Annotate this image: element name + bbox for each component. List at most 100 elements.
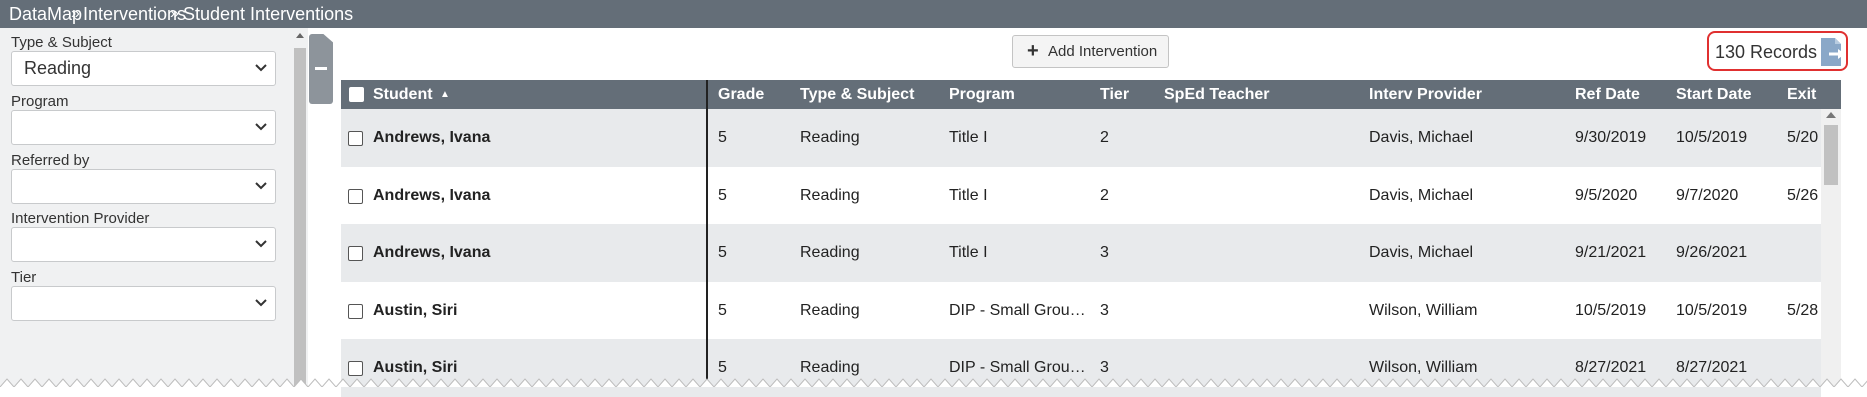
scroll-up-icon[interactable] [296,32,304,40]
cell-program: Title I [949,244,988,261]
filter-label-program: Program [11,93,69,110]
cell-program: Title I [949,129,988,146]
cell-tier: 3 [1100,302,1109,319]
intervention-provider-select[interactable] [11,227,276,262]
cell-tier: 3 [1100,359,1109,376]
cell-exit: 5/26 [1787,187,1819,204]
cell-type-subject: Reading [800,302,860,319]
column-header-sped-teacher[interactable]: SpEd Teacher [1164,80,1270,109]
cell-grade: 5 [718,129,727,146]
cell-exit: 5/20 [1787,129,1819,146]
table-row[interactable]: Austin, Siri 5 Reading DIP - Small Grou…… [341,282,1821,340]
cell-type-subject: Reading [800,359,860,376]
filter-sidebar: Type & Subject Reading Program Referred … [0,28,294,387]
table-row[interactable]: Andrews, Ivana 5 Reading Title I 2 Davis… [341,167,1821,225]
cell-ref-date: 9/5/2020 [1575,187,1638,204]
filter-label-type-subject: Type & Subject [11,34,112,51]
sort-ascending-icon: ▲ [440,89,450,100]
row-checkbox[interactable] [348,246,363,261]
cell-type-subject: Reading [800,187,860,204]
table-row[interactable]: Andrews, Ivana 5 Reading Title I 2 Davis… [341,109,1821,167]
column-header-grade[interactable]: Grade [718,80,764,109]
cell-grade: 5 [718,187,727,204]
table-row[interactable]: Austin, Siri 5 Reading DIP - Small Grou…… [341,339,1821,397]
column-header-interv-provider[interactable]: Interv Provider [1369,80,1482,109]
filter-label-tier: Tier [11,269,37,286]
chevron-down-icon [255,299,267,307]
cell-tier: 2 [1100,187,1109,204]
cell-start-date: 10/5/2019 [1676,302,1748,319]
column-header-tier[interactable]: Tier [1100,80,1129,109]
cell-grade: 5 [718,359,727,376]
scroll-up-icon[interactable] [1826,111,1836,119]
table-header: Student ▲ Grade Type & Subject Program T… [341,80,1841,109]
cell-grade: 5 [718,302,727,319]
breadcrumb-separator: » [170,5,179,22]
breadcrumb-separator: » [71,5,80,22]
cell-interv-provider: Davis, Michael [1369,244,1474,261]
referred-by-select[interactable] [11,169,276,204]
column-header-type-subject[interactable]: Type & Subject [800,80,914,109]
cell-type-subject: Reading [800,244,860,261]
cell-interv-provider: Wilson, William [1369,302,1478,319]
cell-start-date: 9/7/2020 [1676,187,1739,204]
column-header-student-label: Student [373,86,433,103]
add-intervention-button[interactable]: + Add Intervention [1012,35,1169,68]
cell-interv-provider: Davis, Michael [1369,187,1474,204]
cell-tier: 3 [1100,244,1109,261]
select-all-checkbox[interactable] [349,87,364,102]
column-header-ref-date[interactable]: Ref Date [1575,80,1640,109]
table-row[interactable]: Andrews, Ivana 5 Reading Title I 3 Davis… [341,224,1821,282]
cell-student[interactable]: Andrews, Ivana [373,167,490,225]
row-checkbox[interactable] [348,131,363,146]
cell-grade: 5 [718,244,727,261]
cell-ref-date: 10/5/2019 [1575,302,1647,319]
page-title: Student Interventions [183,4,354,24]
export-icon[interactable] [1819,36,1847,68]
cell-ref-date: 8/27/2021 [1575,359,1647,376]
table-scrollbar-thumb[interactable] [1824,125,1838,185]
chevron-down-icon [255,123,267,131]
cell-program: Title I [949,187,988,204]
type-subject-value: Reading [24,58,92,78]
cell-student[interactable]: Andrews, Ivana [373,224,490,282]
frozen-column-divider [706,80,708,387]
cell-tier: 2 [1100,129,1109,146]
collapse-icon [315,67,327,70]
filter-label-intervention-provider: Intervention Provider [11,210,150,227]
cell-program: DIP - Small Grou… [949,359,1086,376]
cell-start-date: 9/26/2021 [1676,244,1748,261]
filter-label-referred-by: Referred by [11,152,90,169]
sidebar-scrollbar-thumb[interactable] [294,48,306,387]
column-header-program[interactable]: Program [949,80,1015,109]
row-checkbox[interactable] [348,304,363,319]
breadcrumb: DataMap » Interventions » Student Interv… [0,0,1867,28]
column-header-student[interactable]: Student ▲ [373,80,450,111]
tier-select[interactable] [11,286,276,321]
column-header-exit[interactable]: Exit [1787,80,1816,109]
row-checkbox[interactable] [348,189,363,204]
cell-start-date: 8/27/2021 [1676,359,1748,376]
add-intervention-label: Add Intervention [1048,43,1158,60]
cell-interv-provider: Davis, Michael [1369,129,1474,146]
type-subject-select[interactable]: Reading [11,51,276,86]
row-checkbox[interactable] [348,361,363,376]
cell-program: DIP - Small Grou… [949,302,1086,319]
cell-student[interactable]: Austin, Siri [373,282,457,340]
cell-interv-provider: Wilson, William [1369,359,1478,376]
plus-icon: + [1027,40,1039,62]
chevron-down-icon [255,182,267,190]
cell-exit: 5/28 [1787,302,1819,319]
records-count-box: 130 Records [1707,31,1848,71]
chevron-down-icon [255,64,267,72]
torn-edge [0,378,1867,387]
column-header-start-date[interactable]: Start Date [1676,80,1752,109]
program-select[interactable] [11,110,276,145]
records-count: 130 Records [1715,42,1818,62]
chevron-down-icon [255,240,267,248]
cell-student[interactable]: Austin, Siri [373,339,457,397]
cell-ref-date: 9/30/2019 [1575,129,1647,146]
cell-start-date: 10/5/2019 [1676,129,1748,146]
cell-ref-date: 9/21/2021 [1575,244,1647,261]
cell-student[interactable]: Andrews, Ivana [373,109,490,167]
